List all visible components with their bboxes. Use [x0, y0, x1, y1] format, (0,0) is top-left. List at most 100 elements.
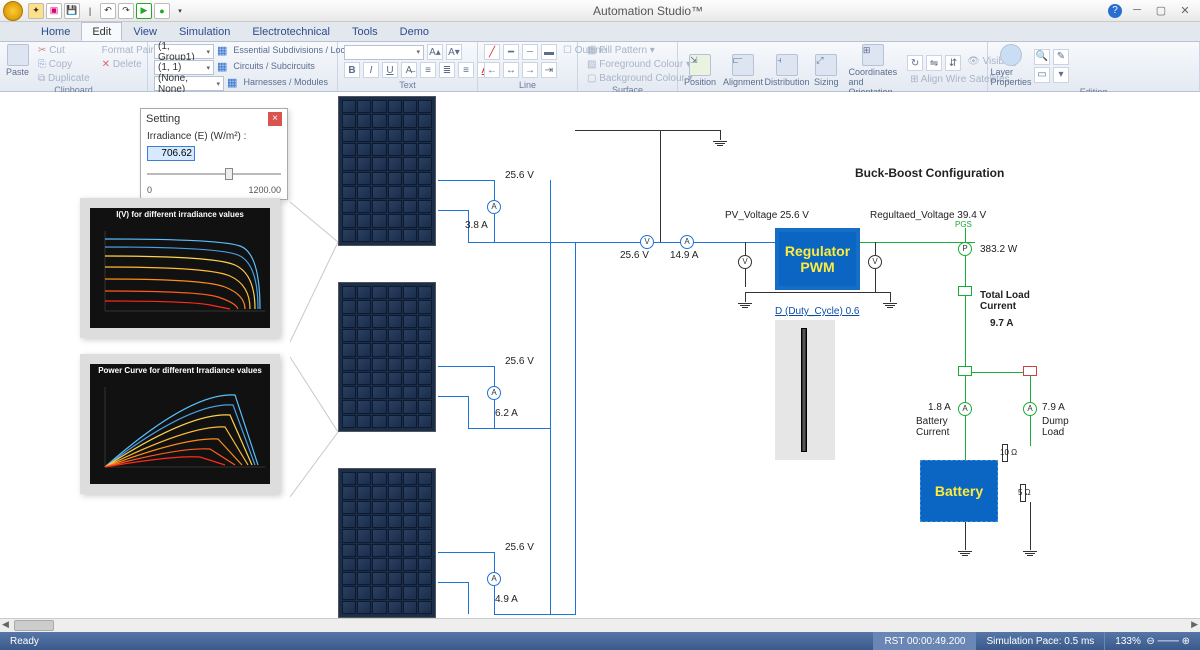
font-inc-icon[interactable]: A▴: [427, 44, 443, 60]
bold-icon[interactable]: B: [344, 62, 360, 78]
align-left-icon[interactable]: ≡: [420, 62, 436, 78]
font-combo[interactable]: ▾: [344, 45, 424, 60]
qat-undo-icon[interactable]: ↶: [100, 3, 116, 19]
sizing-button[interactable]: ⤢Sizing: [814, 54, 839, 87]
tab-demo[interactable]: Demo: [389, 22, 440, 41]
qat-open-icon[interactable]: ▣: [46, 3, 62, 19]
p1-current: 3.8 A: [465, 220, 488, 231]
circuits-button[interactable]: Circuits / Subcircuits: [230, 60, 318, 75]
tab-electrotechnical[interactable]: Electrotechnical: [241, 22, 341, 41]
arrow-cfg-icon[interactable]: ⇥: [541, 62, 557, 78]
ribbon-tabs: Home Edit View Simulation Electrotechnic…: [0, 22, 1200, 42]
power-chart: Power Curve for different Irradiance val…: [80, 354, 280, 494]
duty-cycle-label[interactable]: D (Duty_Cycle) 0.6: [775, 306, 859, 317]
replace-icon[interactable]: ✎: [1053, 49, 1069, 65]
qat-sep: |: [82, 3, 98, 19]
horizontal-scrollbar[interactable]: ◀ ▶: [0, 618, 1200, 632]
wattmeter: P: [958, 242, 972, 256]
dump-load-label: DumpLoad: [1042, 416, 1069, 438]
pv-panel-2[interactable]: [338, 282, 436, 432]
pv-panel-1[interactable]: [338, 96, 436, 246]
battery-current-value: 1.8 A: [928, 402, 951, 413]
arrow-left-icon[interactable]: ←: [484, 62, 500, 78]
irradiance-label: Irradiance (E) (W/m²) :: [141, 129, 287, 144]
find-icon[interactable]: 🔍: [1034, 49, 1050, 65]
tab-simulation[interactable]: Simulation: [168, 22, 241, 41]
tab-tools[interactable]: Tools: [341, 22, 389, 41]
ammeter-dump: A: [1023, 402, 1037, 416]
arrow-both-icon[interactable]: ↔: [503, 62, 519, 78]
paste-button[interactable]: Paste: [6, 44, 29, 77]
tab-view[interactable]: View: [122, 22, 168, 41]
switch-2[interactable]: [958, 366, 972, 376]
app-logo: [3, 1, 23, 21]
irradiance-input[interactable]: [147, 146, 195, 161]
font-dec-icon[interactable]: A▾: [446, 44, 462, 60]
switch-1[interactable]: [958, 286, 972, 296]
align-right-icon[interactable]: ≡: [458, 62, 474, 78]
position-button[interactable]: ⇲Position: [684, 54, 716, 87]
coordinates-button[interactable]: ⊞Coordinates and Orientation: [849, 44, 898, 97]
alignment-button[interactable]: ⫍Alignment: [726, 54, 760, 87]
cut-button[interactable]: ✂ Cut: [35, 44, 93, 57]
line-dash-icon[interactable]: ┄: [522, 44, 538, 60]
ground-top: [712, 130, 728, 146]
qat-save-icon[interactable]: 💾: [64, 3, 80, 19]
maximize-icon[interactable]: ▢: [1152, 4, 1170, 18]
dump-current-value: 7.9 A: [1042, 402, 1065, 413]
distribution-button[interactable]: ⫞Distribution: [770, 54, 804, 87]
align-center-icon[interactable]: ≣: [439, 62, 455, 78]
p2-voltage: 25.6 V: [505, 356, 534, 367]
canvas[interactable]: Setting× Irradiance (E) (W/m²) : 01200.0…: [0, 92, 1200, 632]
fill-pattern-button[interactable]: ▦ Fill Pattern ▾: [584, 44, 658, 57]
scrollbar-thumb[interactable]: [14, 620, 54, 631]
line-style-icon[interactable]: ╱: [484, 44, 500, 60]
setting-panel: Setting× Irradiance (E) (W/m²) : 01200.0…: [140, 108, 288, 200]
minimize-icon[interactable]: ─: [1128, 4, 1146, 18]
underline-icon[interactable]: U: [382, 62, 398, 78]
location-combo-3[interactable]: (None, None)▾: [154, 76, 224, 91]
setting-close-icon[interactable]: ×: [268, 112, 282, 126]
flip-v-icon[interactable]: ⇵: [945, 55, 961, 71]
more-icon[interactable]: ▾: [1053, 67, 1069, 83]
tab-edit[interactable]: Edit: [81, 22, 122, 41]
arrow-right-icon[interactable]: →: [522, 62, 538, 78]
total-load-label: Total LoadCurrent: [980, 290, 1030, 312]
close-icon[interactable]: ✕: [1176, 4, 1194, 18]
status-rst: RST 00:00:49.200: [873, 632, 975, 650]
select-icon[interactable]: ▭: [1034, 67, 1050, 83]
qat-record-icon[interactable]: ●: [154, 3, 170, 19]
slider-min: 0: [147, 185, 152, 195]
qat-redo-icon[interactable]: ↷: [118, 3, 134, 19]
tab-home[interactable]: Home: [30, 22, 81, 41]
strike-icon[interactable]: A̶: [401, 62, 417, 78]
flip-h-icon[interactable]: ⇋: [926, 55, 942, 71]
rotate-icon[interactable]: ↻: [907, 55, 923, 71]
battery-block[interactable]: Battery: [920, 460, 998, 522]
ground-dump: [1022, 540, 1038, 556]
location-combo-1[interactable]: (1, Group1)▾: [154, 44, 214, 59]
layer-properties-button[interactable]: Layer Properties: [994, 44, 1028, 87]
duplicate-button[interactable]: ⧉ Duplicate: [35, 72, 93, 85]
line-weight-icon[interactable]: ━: [503, 44, 519, 60]
ground-reg-right: [882, 292, 898, 308]
duty-slider-handle[interactable]: [801, 328, 807, 452]
harnesses-button[interactable]: Harnesses / Modules: [240, 76, 331, 91]
italic-icon[interactable]: I: [363, 62, 379, 78]
pv-panel-3[interactable]: [338, 468, 436, 618]
ground-reg-left: [737, 292, 753, 308]
p3-voltage: 25.6 V: [505, 542, 534, 553]
copy-button[interactable]: ⎘ Copy: [35, 58, 93, 71]
status-ready: Ready: [0, 632, 49, 650]
qat-play-icon[interactable]: ▶: [136, 3, 152, 19]
irradiance-slider[interactable]: [147, 167, 281, 181]
line-color-icon[interactable]: ▬: [541, 44, 557, 60]
qat-new-icon[interactable]: ✦: [28, 3, 44, 19]
help-icon[interactable]: ?: [1108, 4, 1122, 18]
qat-more-icon[interactable]: ▾: [172, 3, 188, 19]
status-zoom[interactable]: 133% ⊖ ─── ⊕: [1104, 632, 1200, 650]
switch-dump[interactable]: [1023, 366, 1037, 376]
regulator-block[interactable]: Regulator PWM: [775, 228, 860, 290]
bus-current: 14.9 A: [670, 250, 698, 261]
group-label-text: Text: [344, 80, 471, 91]
